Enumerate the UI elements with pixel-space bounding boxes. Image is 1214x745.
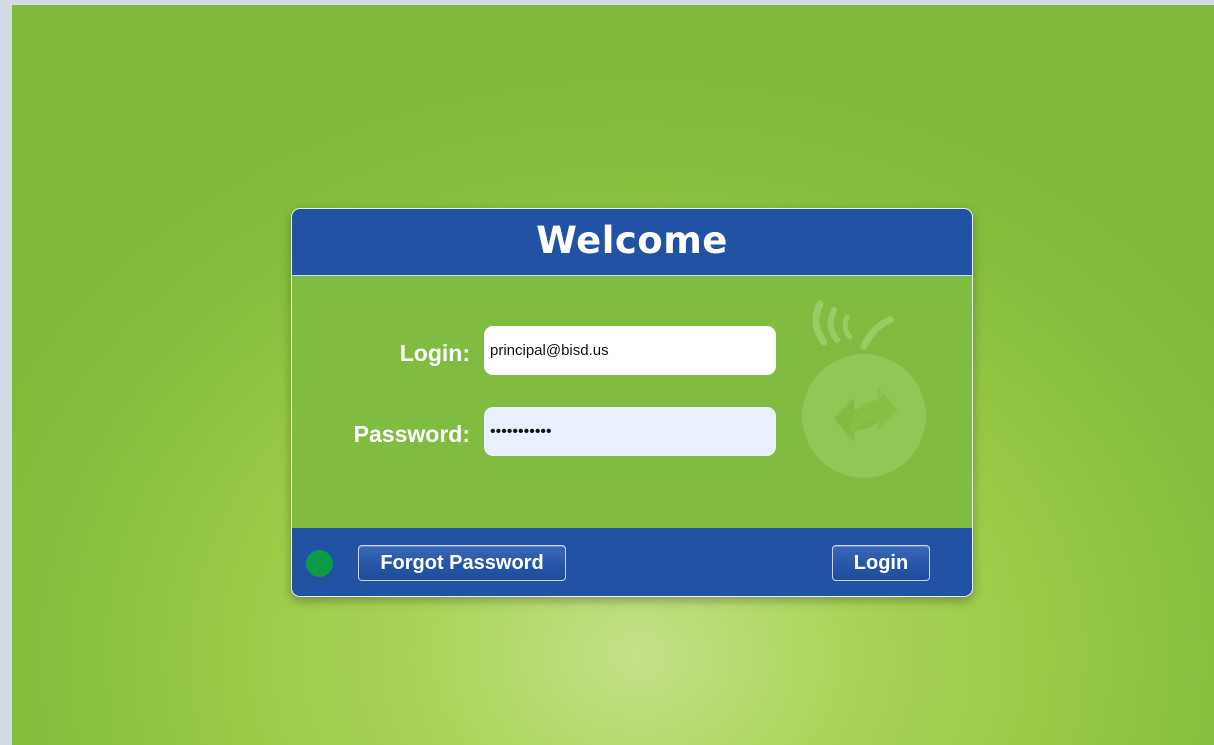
dialog-footer: Forgot Password Login (292, 528, 972, 596)
password-input[interactable] (484, 407, 776, 456)
password-label: Password: (353, 421, 470, 447)
login-page-background: Welcome Login: Password: (12, 5, 1214, 745)
dialog-title: Welcome (536, 218, 728, 262)
dialog-header: Welcome (292, 209, 972, 276)
apple-signal-refresh-icon (802, 300, 926, 478)
status-dot-icon (306, 550, 333, 577)
login-label: Login: (399, 340, 470, 366)
login-dialog: Welcome Login: Password: (291, 208, 973, 597)
dialog-body: Login: Password: (292, 276, 972, 528)
forgot-password-button[interactable]: Forgot Password (358, 545, 566, 581)
login-button[interactable]: Login (832, 545, 930, 581)
login-input[interactable] (484, 326, 776, 375)
